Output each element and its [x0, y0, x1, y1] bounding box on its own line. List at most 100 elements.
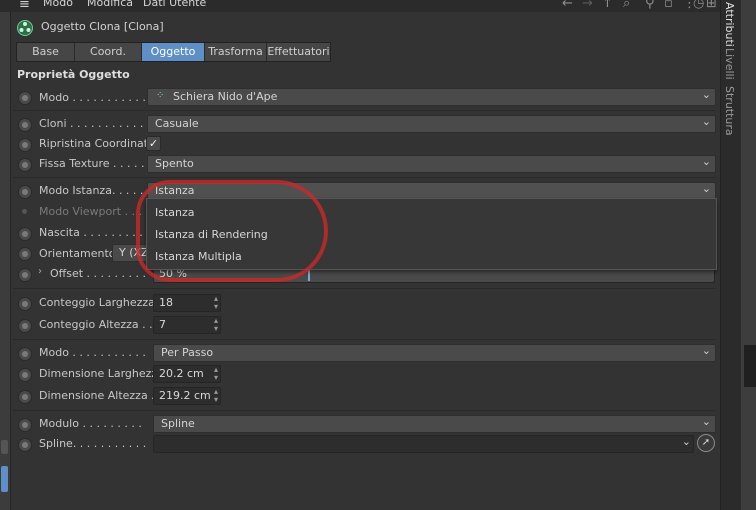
label-modo-dimensione: Modo . . . . . . . . . . .	[39, 346, 146, 359]
label-modo: Modo . . . . . . . . . . .	[39, 91, 146, 104]
animate-dot-orientamento[interactable]	[18, 247, 32, 261]
tab-base[interactable]: Base	[17, 43, 75, 61]
cloner-object-icon	[17, 20, 33, 36]
spline-link-field[interactable]: ⌄	[153, 435, 694, 453]
tab-attributi[interactable]: Attributi	[723, 2, 736, 47]
pick-object-icon[interactable]: ➚	[697, 434, 715, 452]
label-orientamento: Orientamento	[39, 247, 116, 260]
object-title: Oggetto Clona [Clona]	[41, 20, 164, 33]
menu-dati-utente[interactable]: Dati Utente	[143, 0, 206, 9]
spinner-arrows-icon[interactable]: ▴ ▾	[214, 317, 218, 333]
attribute-tabs: Base Coord. Oggetto Trasforma Effettuato…	[16, 42, 331, 62]
adjacent-panel-edge	[741, 0, 756, 510]
animate-dot-modo[interactable]	[18, 91, 32, 105]
conteggio-larghezza-value: 18	[159, 296, 173, 309]
animate-dot-ripristina[interactable]	[18, 138, 32, 152]
forward-arrow-icon[interactable]: →	[582, 0, 593, 11]
divider	[13, 110, 716, 111]
label-fissa-texture: Fissa Texture . . . . .	[39, 157, 145, 170]
label-ripristina-coordinate: Ripristina Coordinate	[39, 137, 155, 150]
animate-dot-dimensione-larghezza[interactable]	[18, 368, 32, 382]
animate-dot-dimensione-altezza[interactable]	[18, 390, 32, 404]
modulo-dropdown[interactable]: Spline ⌄	[153, 415, 716, 433]
menu-modifica[interactable]: Modifica	[87, 0, 133, 9]
label-dimensione-larghezza: Dimensione Larghezza	[39, 367, 164, 380]
left-panel-edge	[0, 0, 11, 510]
dimensione-larghezza-value: 20.2 cm	[159, 367, 204, 380]
left-edge-selected-tab[interactable]	[1, 466, 8, 492]
chevron-down-icon[interactable]: ⌄	[682, 435, 691, 448]
label-modo-istanza: Modo Istanza. . . . .	[39, 184, 144, 197]
history-icon[interactable]: ◷	[693, 0, 704, 11]
divider	[13, 288, 716, 289]
lock-icon[interactable]: ▫	[664, 0, 673, 11]
animate-dot-conteggio-larghezza[interactable]	[18, 297, 32, 311]
spinner-arrows-icon[interactable]: ▴ ▾	[214, 388, 218, 404]
red-annotation-circle	[136, 180, 328, 282]
modo-value: Schiera Nido d'Ape	[173, 90, 278, 103]
animate-dot-spline[interactable]	[18, 438, 32, 452]
label-conteggio-larghezza: Conteggio Larghezza	[39, 296, 155, 309]
tab-livelli[interactable]: Livelli	[723, 48, 736, 80]
tab-oggetto[interactable]: Oggetto	[142, 43, 205, 61]
left-edge-control[interactable]	[1, 440, 8, 454]
divider	[13, 410, 716, 411]
animate-dot-cloni[interactable]	[18, 118, 32, 132]
up-arrow-icon[interactable]: ↑	[602, 0, 613, 11]
section-title: Proprietà Oggetto	[17, 68, 130, 81]
chevron-down-icon: ⌄	[701, 415, 711, 428]
expand-arrow-icon[interactable]: ›	[38, 266, 42, 277]
fissa-texture-dropdown[interactable]: Spento ⌄	[147, 155, 716, 173]
search-icon[interactable]: ⌕	[623, 0, 630, 11]
divider	[13, 177, 716, 178]
label-offset: Offset . . . . . . . . .	[50, 267, 146, 280]
label-cloni: Cloni . . . . . . . . . . .	[39, 117, 144, 130]
vertical-tab-bar: Attributi Livelli Struttura	[720, 0, 741, 510]
animate-dot-conteggio-altezza[interactable]	[18, 319, 32, 333]
menu-bar: ≡ Modo Modifica Dati Utente ← → ↑ ⌕ ⚲ ▫ …	[0, 0, 720, 12]
label-nascita: Nascita . . . . . . . . .	[39, 226, 143, 239]
conteggio-altezza-value: 7	[159, 318, 166, 331]
tab-effettuatori[interactable]: Effettuatori	[267, 43, 330, 61]
tab-struttura[interactable]: Struttura	[723, 86, 736, 136]
adjacent-panel-block	[744, 345, 756, 387]
chevron-down-icon: ⌄	[701, 88, 711, 101]
chevron-down-icon: ⌄	[701, 182, 711, 195]
spinner-arrows-icon[interactable]: ▴ ▾	[214, 366, 218, 382]
menu-modo[interactable]: Modo	[43, 0, 73, 9]
fissa-texture-value: Spento	[155, 157, 194, 170]
dimensione-larghezza-field[interactable]: 20.2 cm ▴ ▾	[153, 365, 221, 383]
label-dimensione-altezza: Dimensione Altezza .	[39, 389, 155, 402]
dimensione-altezza-field[interactable]: 219.2 cm ▴ ▾	[153, 387, 221, 405]
animate-dot-modo-dimensione[interactable]	[18, 347, 32, 361]
back-arrow-icon[interactable]: ←	[562, 0, 573, 11]
checkmark-icon: ✓	[148, 137, 159, 150]
pin-icon[interactable]: ⚲	[645, 0, 655, 11]
label-modo-viewport: Modo Viewport . . .	[39, 205, 143, 218]
new-panel-icon[interactable]: ⊞	[706, 0, 717, 11]
conteggio-altezza-field[interactable]: 7 ▴ ▾	[153, 316, 221, 334]
chevron-down-icon: ⌄	[701, 115, 711, 128]
modo-dimensione-dropdown[interactable]: Per Passo ⌄	[153, 344, 716, 362]
animate-dot-fissa-texture[interactable]	[18, 158, 32, 172]
modo-dimensione-value: Per Passo	[161, 346, 214, 359]
hamburger-menu-icon[interactable]: ≡	[19, 0, 30, 12]
divider	[13, 339, 716, 340]
animate-dot-modo-viewport	[22, 209, 27, 214]
label-spline: Spline. . . . . . . . . . .	[39, 437, 147, 450]
animate-dot-modo-istanza[interactable]	[18, 185, 32, 199]
ripristina-checkbox[interactable]: ✓	[146, 136, 161, 151]
animate-dot-modulo[interactable]	[18, 418, 32, 432]
conteggio-larghezza-field[interactable]: 18 ▴ ▾	[153, 294, 221, 312]
label-modulo: Modulo . . . . . . . . .	[39, 417, 142, 430]
tab-coord[interactable]: Coord.	[75, 43, 142, 61]
label-conteggio-altezza: Conteggio Altezza . .	[39, 318, 153, 331]
chevron-down-icon: ⌄	[701, 344, 711, 357]
dimensione-altezza-value: 219.2 cm	[159, 389, 211, 402]
animate-dot-offset[interactable]	[18, 268, 32, 282]
tab-trasforma[interactable]: Trasforma	[205, 43, 267, 61]
cloni-dropdown[interactable]: Casuale ⌄	[147, 115, 716, 133]
animate-dot-nascita[interactable]	[18, 227, 32, 241]
modo-dropdown[interactable]: ⁘ Schiera Nido d'Ape ⌄	[147, 88, 716, 106]
spinner-arrows-icon[interactable]: ▴ ▾	[214, 295, 218, 311]
